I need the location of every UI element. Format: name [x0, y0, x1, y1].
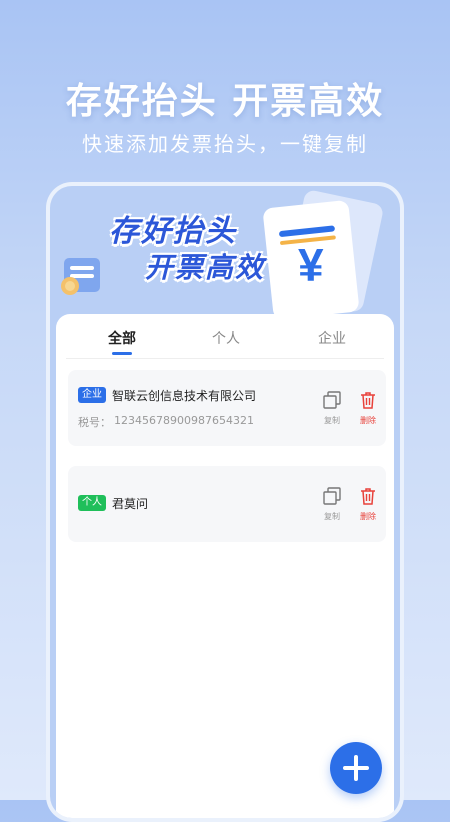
divider	[66, 358, 384, 359]
delete-button[interactable]: 删除	[356, 486, 380, 522]
delete-label: 删除	[360, 512, 376, 521]
delete-label: 删除	[360, 416, 376, 425]
status-badge: 企业	[78, 387, 106, 403]
invoice-illustration-icon	[263, 190, 383, 320]
add-button[interactable]	[330, 742, 382, 794]
banner: 存好抬头 开票高效 ¥	[50, 186, 400, 326]
tab-bar: 全部 个人 企业	[56, 314, 394, 358]
list-item[interactable]: 个人 君莫问 复制 删除	[68, 466, 386, 542]
delete-button[interactable]: 删除	[356, 390, 380, 426]
currency-symbol: ¥	[298, 239, 324, 291]
tab-all[interactable]: 全部	[82, 328, 162, 348]
status-badge: 个人	[78, 495, 106, 511]
list-item[interactable]: 企业 智联云创信息技术有限公司 税号： 12345678900987654321…	[68, 370, 386, 446]
tax-number: 12345678900987654321	[114, 414, 254, 427]
tab-company[interactable]: 企业	[292, 328, 372, 348]
copy-icon	[323, 487, 341, 505]
tab-personal[interactable]: 个人	[186, 328, 266, 348]
phone-mockup: 存好抬头 开票高效 ¥ 全部 个人 企业 企业 智联云创信息技术有限公司 税号：…	[46, 182, 404, 822]
active-tab-indicator	[112, 352, 132, 355]
trash-icon	[361, 488, 375, 505]
banner-title-line1: 存好抬头	[109, 214, 237, 249]
plus-icon	[343, 755, 369, 781]
copy-label: 复制	[324, 512, 340, 521]
copy-icon	[323, 391, 341, 409]
promo-subheadline: 快速添加发票抬头，一键复制	[82, 132, 368, 156]
invoice-title-name: 智联云创信息技术有限公司	[112, 389, 257, 403]
trash-icon	[361, 392, 375, 409]
copy-button[interactable]: 复制	[320, 486, 344, 522]
copy-button[interactable]: 复制	[320, 390, 344, 426]
tax-label: 税号：	[78, 416, 111, 429]
invoice-title-name: 君莫问	[112, 497, 149, 511]
promo-headline: 存好抬头 开票高效	[65, 81, 385, 122]
copy-label: 复制	[324, 416, 340, 425]
